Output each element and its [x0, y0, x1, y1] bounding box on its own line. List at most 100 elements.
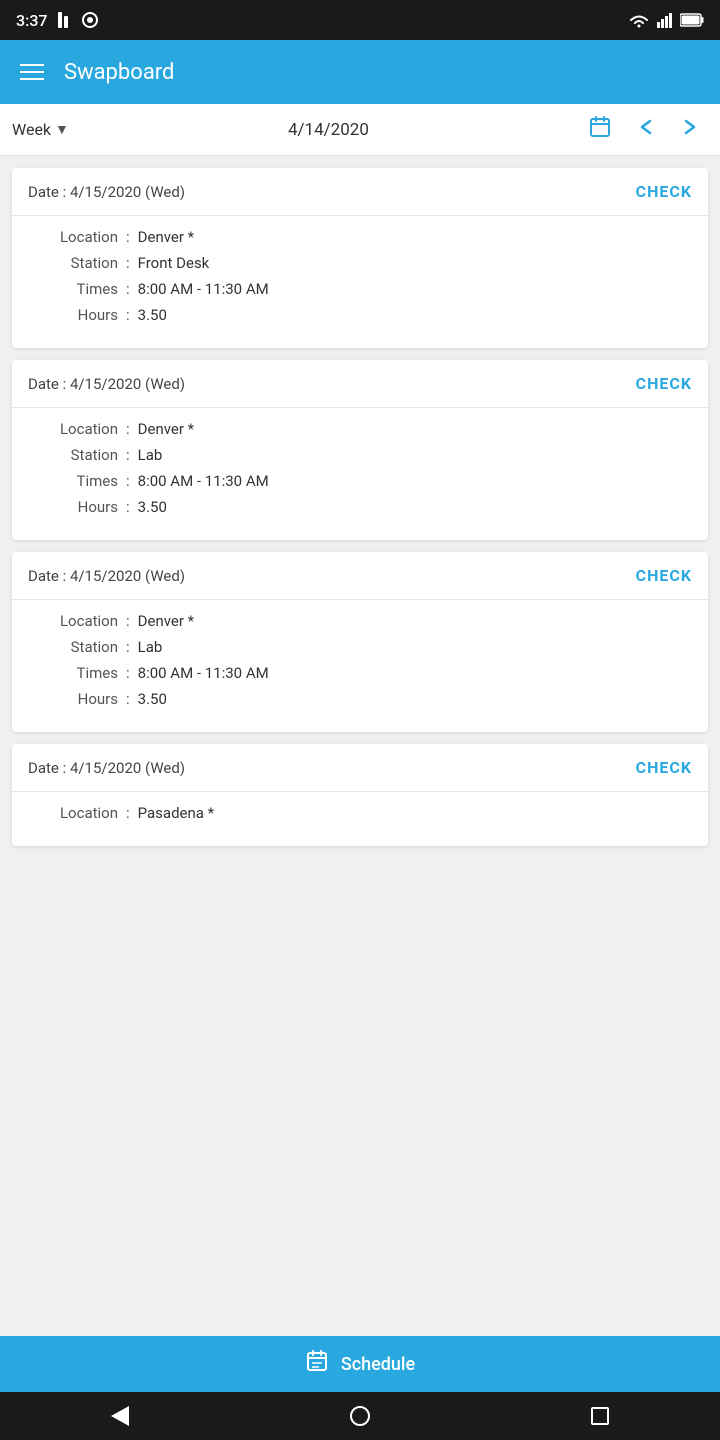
recent-button[interactable] [570, 1396, 630, 1436]
hours-row-3: Hours : 3.50 [28, 690, 692, 708]
shift-card-1: Date : 4/15/2020 (Wed) CHECK Location : … [12, 168, 708, 348]
content-area: Date : 4/15/2020 (Wed) CHECK Location : … [0, 156, 720, 1440]
app-title: Swapboard [64, 60, 704, 85]
hours-row-1: Hours : 3.50 [28, 306, 692, 324]
station-value-3: Lab [138, 638, 163, 656]
wifi-icon [628, 12, 650, 28]
card-date-2: Date : 4/15/2020 (Wed) [28, 375, 185, 393]
hours-row-2: Hours : 3.50 [28, 498, 692, 516]
card-body-4: Location : Pasadena * [12, 792, 708, 846]
location-value-3: Denver * [138, 612, 194, 630]
times-sep-3: : [126, 664, 130, 682]
location-label-4: Location [28, 804, 118, 822]
location-label-3: Location [28, 612, 118, 630]
recent-icon [591, 1407, 609, 1425]
card-header-2: Date : 4/15/2020 (Wed) CHECK [12, 360, 708, 408]
nav-bar: Week ▼ 4/14/2020 [0, 104, 720, 156]
times-sep-1: : [126, 280, 130, 298]
times-row-3: Times : 8:00 AM - 11:30 AM [28, 664, 692, 682]
back-button[interactable] [90, 1396, 150, 1436]
location-sep-3: : [126, 612, 130, 630]
card-header-4: Date : 4/15/2020 (Wed) CHECK [12, 744, 708, 792]
station-row-3: Station : Lab [28, 638, 692, 656]
card-body-2: Location : Denver * Station : Lab Times … [12, 408, 708, 540]
week-selector[interactable]: Week ▼ [12, 120, 69, 139]
battery-icon [680, 13, 704, 27]
bottom-nav-bar[interactable]: Schedule [0, 1336, 720, 1392]
hours-label-1: Hours [28, 306, 118, 324]
home-icon [350, 1406, 370, 1426]
location-row-3: Location : Denver * [28, 612, 692, 630]
next-arrow-icon[interactable] [672, 113, 708, 147]
station-label-2: Station [28, 446, 118, 464]
times-value-3: 8:00 AM - 11:30 AM [138, 664, 269, 682]
circle-icon [82, 12, 98, 28]
location-value-2: Denver * [138, 420, 194, 438]
station-label-3: Station [28, 638, 118, 656]
times-value-2: 8:00 AM - 11:30 AM [138, 472, 269, 490]
home-button[interactable] [330, 1396, 390, 1436]
card-date-4: Date : 4/15/2020 (Wed) [28, 759, 185, 777]
shift-card-3: Date : 4/15/2020 (Wed) CHECK Location : … [12, 552, 708, 732]
location-value-1: Denver * [138, 228, 194, 246]
check-button-3[interactable]: CHECK [636, 566, 692, 585]
times-sep-2: : [126, 472, 130, 490]
back-icon [111, 1406, 129, 1426]
location-row-2: Location : Denver * [28, 420, 692, 438]
station-label-1: Station [28, 254, 118, 272]
card-body-3: Location : Denver * Station : Lab Times … [12, 600, 708, 732]
location-row-4: Location : Pasadena * [28, 804, 692, 822]
prev-arrow-icon[interactable] [628, 113, 664, 147]
location-label-1: Location [28, 228, 118, 246]
hamburger-line-2 [20, 71, 44, 73]
times-label-1: Times [28, 280, 118, 298]
hours-sep-2: : [126, 498, 130, 516]
sim-icon [56, 12, 74, 28]
hours-value-3: 3.50 [138, 690, 167, 708]
location-value-4: Pasadena * [138, 804, 214, 822]
check-button-1[interactable]: CHECK [636, 182, 692, 201]
times-row-1: Times : 8:00 AM - 11:30 AM [28, 280, 692, 298]
location-label-2: Location [28, 420, 118, 438]
date-display: 4/14/2020 [77, 120, 580, 140]
card-header-1: Date : 4/15/2020 (Wed) CHECK [12, 168, 708, 216]
chevron-down-icon: ▼ [55, 121, 69, 138]
menu-button[interactable] [16, 60, 48, 84]
card-header-3: Date : 4/15/2020 (Wed) CHECK [12, 552, 708, 600]
android-nav-bar [0, 1392, 720, 1440]
schedule-icon [305, 1349, 329, 1379]
status-bar-icons [628, 12, 704, 28]
schedule-label: Schedule [341, 1354, 415, 1375]
hamburger-line-3 [20, 78, 44, 80]
hamburger-line-1 [20, 64, 44, 66]
location-sep-2: : [126, 420, 130, 438]
card-date-3: Date : 4/15/2020 (Wed) [28, 567, 185, 585]
station-value-2: Lab [138, 446, 163, 464]
station-sep-2: : [126, 446, 130, 464]
app-header: Swapboard [0, 40, 720, 104]
check-button-4[interactable]: CHECK [636, 758, 692, 777]
times-label-3: Times [28, 664, 118, 682]
signal-bars-icon [656, 12, 674, 28]
hours-label-3: Hours [28, 690, 118, 708]
location-row-1: Location : Denver * [28, 228, 692, 246]
hours-sep-3: : [126, 690, 130, 708]
times-row-2: Times : 8:00 AM - 11:30 AM [28, 472, 692, 490]
time-display: 3:37 [16, 11, 48, 30]
hours-value-2: 3.50 [138, 498, 167, 516]
station-row-1: Station : Front Desk [28, 254, 692, 272]
card-date-1: Date : 4/15/2020 (Wed) [28, 183, 185, 201]
status-bar-time-area: 3:37 [16, 11, 98, 30]
times-value-1: 8:00 AM - 11:30 AM [138, 280, 269, 298]
status-bar: 3:37 [0, 0, 720, 40]
hours-label-2: Hours [28, 498, 118, 516]
check-button-2[interactable]: CHECK [636, 374, 692, 393]
shift-card-4: Date : 4/15/2020 (Wed) CHECK Location : … [12, 744, 708, 846]
calendar-icon[interactable] [588, 115, 612, 145]
location-sep-1: : [126, 228, 130, 246]
station-row-2: Station : Lab [28, 446, 692, 464]
week-label: Week [12, 120, 51, 139]
hours-value-1: 3.50 [138, 306, 167, 324]
location-sep-4: : [126, 804, 130, 822]
shift-card-2: Date : 4/15/2020 (Wed) CHECK Location : … [12, 360, 708, 540]
